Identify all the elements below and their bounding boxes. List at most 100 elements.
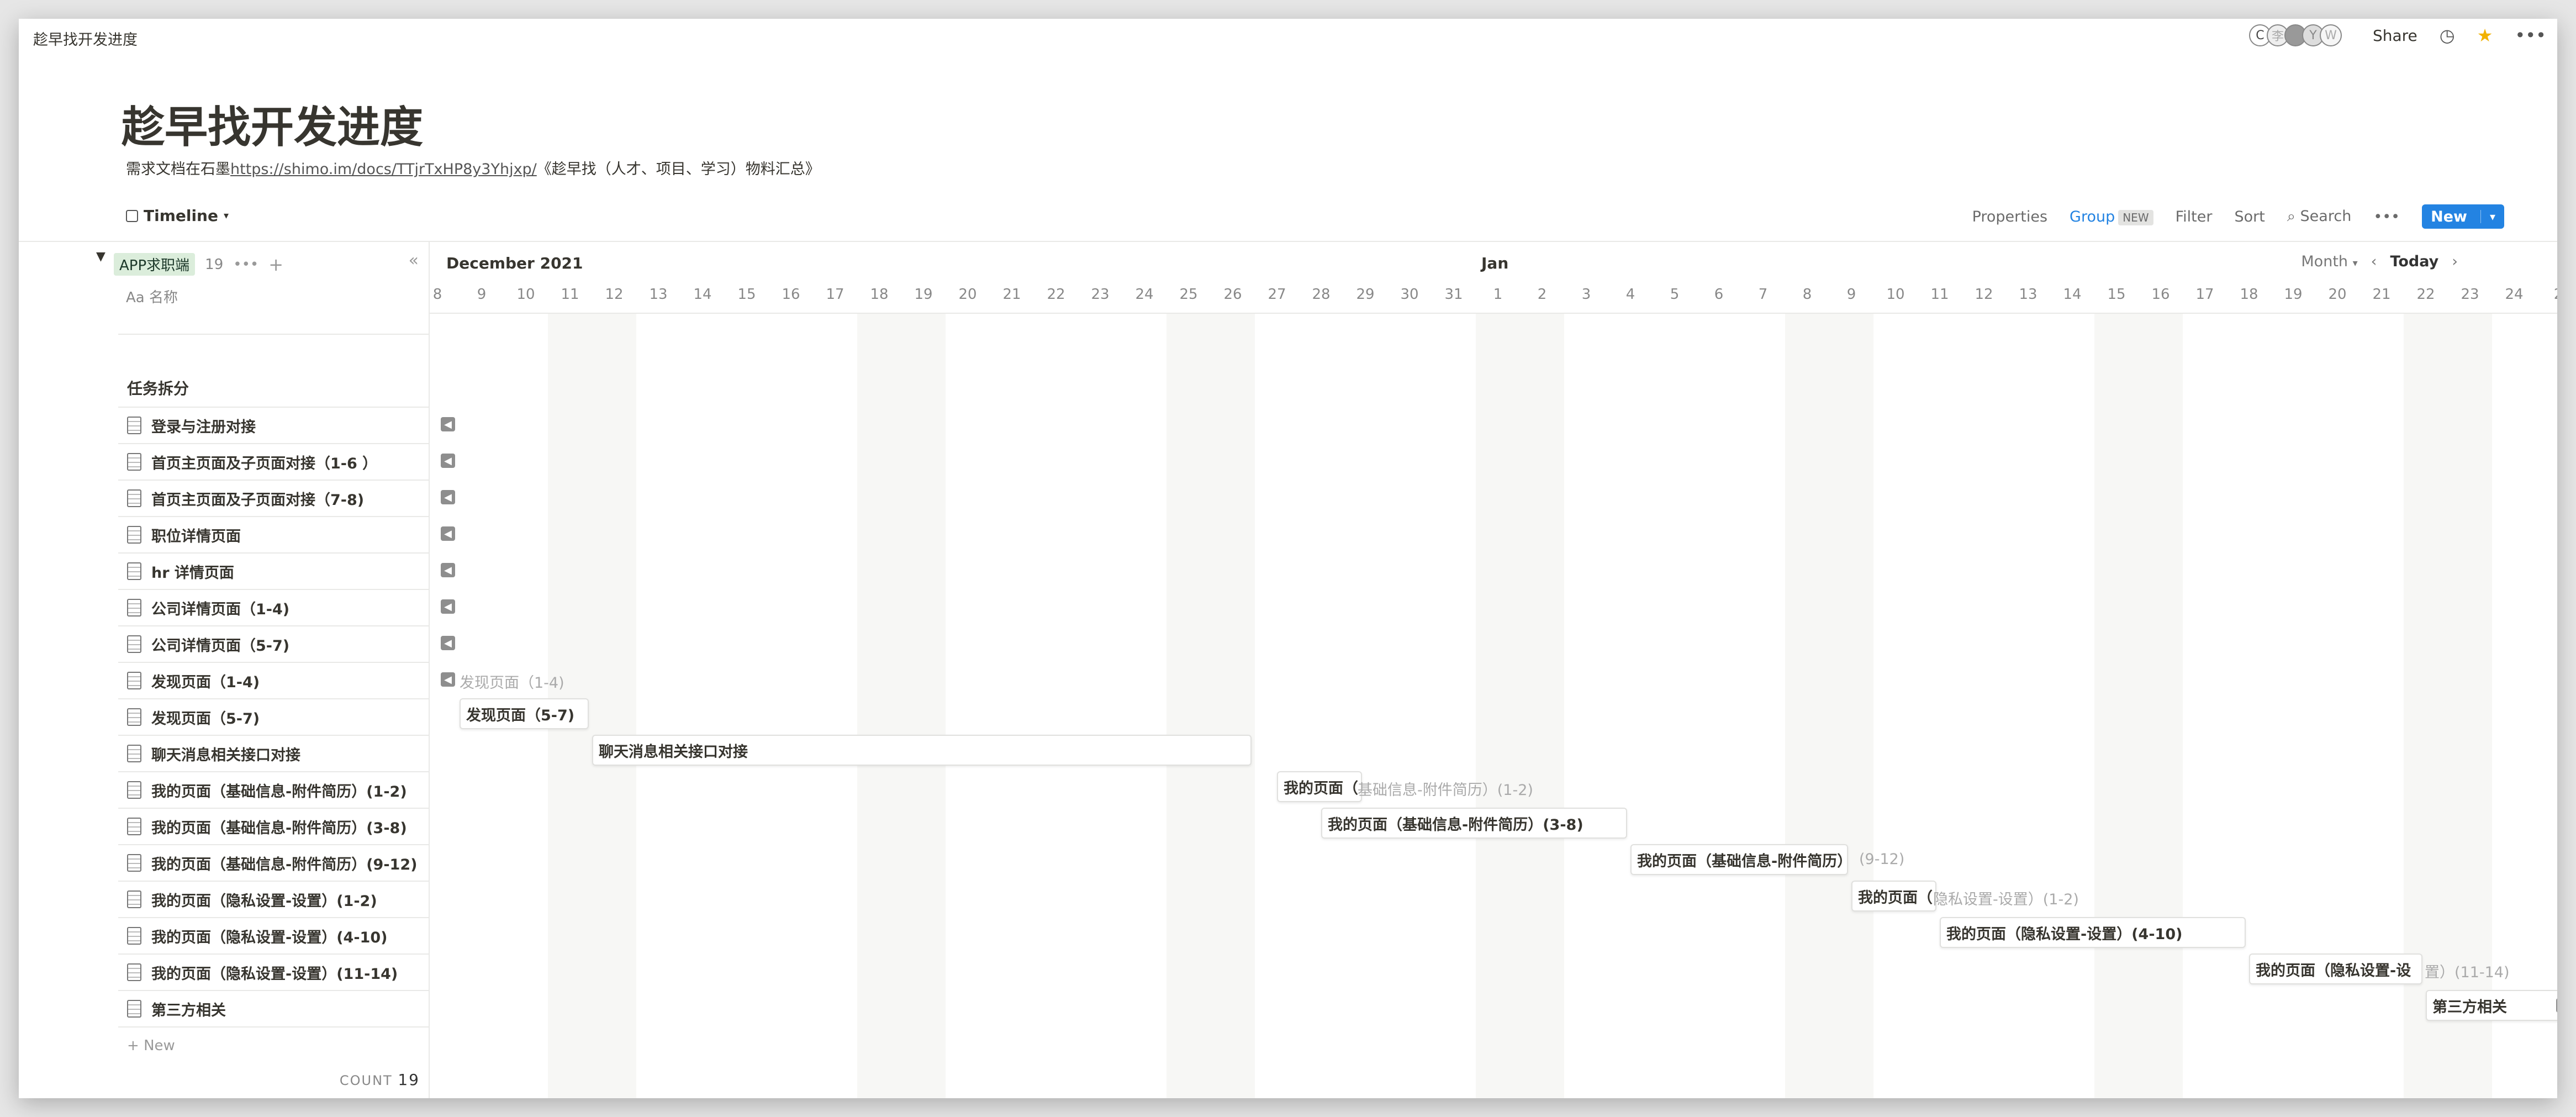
collapse-table-icon[interactable]: «: [409, 251, 419, 270]
task-row[interactable]: 我的页面（隐私设置-设置）(4-10): [118, 917, 430, 953]
day-label: 12: [605, 286, 624, 303]
task-row[interactable]: 我的页面（基础信息-附件简历）(1-2): [118, 771, 430, 808]
timeline-bar[interactable]: 我的页面（: [1277, 771, 1362, 802]
more-icon[interactable]: •••: [2515, 25, 2546, 46]
scroll-to-item-icon[interactable]: ◀: [441, 672, 455, 687]
day-label: 14: [693, 286, 712, 303]
properties-button[interactable]: Properties: [1972, 208, 2047, 225]
avatar[interactable]: W: [2319, 24, 2342, 46]
task-list: 登录与注册对接 首页主页面及子页面对接（1-6 ） 首页主页面及子页面对接（7-…: [118, 407, 430, 1064]
timeline-bar-label: 隐私设置-设置）(1-2): [1933, 891, 2079, 908]
weekend-band: [1166, 313, 1255, 1098]
filter-button[interactable]: Filter: [2176, 208, 2213, 225]
day-label: 16: [782, 286, 800, 303]
day-label: 4: [1625, 286, 1635, 303]
scroll-to-item-icon[interactable]: ◀: [441, 563, 455, 577]
task-row[interactable]: 第三方相关: [118, 990, 430, 1026]
task-row[interactable]: 首页主页面及子页面对接（1-6 ）: [118, 443, 430, 480]
view-label: Timeline: [144, 207, 218, 225]
task-row[interactable]: 发现页面（5-7): [118, 698, 430, 735]
scroll-to-item-icon[interactable]: ◀: [441, 599, 455, 614]
month-label: Jan: [1481, 254, 1509, 272]
timeline-bar[interactable]: 我的页面（基础信息-附件简历）: [1630, 844, 1852, 875]
timeline-bar[interactable]: 我的页面（: [1851, 881, 1936, 911]
column-header[interactable]: Aa 名称: [126, 286, 178, 307]
view-selector[interactable]: Timeline ▾: [126, 207, 229, 225]
task-row[interactable]: 登录与注册对接: [118, 407, 430, 443]
month-label: December 2021: [446, 254, 583, 272]
task-row[interactable]: 职位详情页面: [118, 516, 430, 552]
share-button[interactable]: Share: [2373, 27, 2417, 45]
doc-link[interactable]: https://shimo.im/docs/TTjrTxHP8y3Yhjxp/: [230, 161, 537, 178]
page-icon: [127, 489, 141, 507]
task-row[interactable]: 聊天消息相关接口对接: [118, 735, 430, 771]
task-row[interactable]: 发现页面（1-4): [118, 662, 430, 698]
timeline-bar[interactable]: 第三方相关: [2426, 990, 2557, 1021]
scroll-to-item-icon[interactable]: ▶: [2556, 998, 2557, 1013]
scroll-to-item-icon[interactable]: ◀: [441, 454, 455, 468]
scroll-to-item-icon[interactable]: ◀: [441, 417, 455, 431]
page-icon: [127, 818, 141, 835]
page-icon: [127, 453, 141, 471]
timeline-bar[interactable]: 发现页面（5-7): [460, 698, 589, 729]
task-row[interactable]: 我的页面（基础信息-附件简历）(9-12): [118, 844, 430, 881]
day-label: 23: [2461, 286, 2479, 303]
task-row[interactable]: 我的页面（隐私设置-设置）(1-2): [118, 881, 430, 917]
star-icon[interactable]: ★: [2477, 25, 2493, 46]
day-label: 12: [1975, 286, 1993, 303]
task-title: 我的页面（隐私设置-设置）(1-2): [151, 892, 377, 910]
page-icon: [127, 562, 141, 580]
chevron-down-icon[interactable]: ▾: [2480, 210, 2495, 223]
day-label: 20: [958, 286, 977, 303]
today-button[interactable]: Today: [2390, 253, 2438, 270]
day-label: 13: [2019, 286, 2037, 303]
task-row[interactable]: hr 详情页面: [118, 552, 430, 589]
chevron-right-icon[interactable]: ›: [2452, 253, 2458, 270]
day-label: 23: [1091, 286, 1110, 303]
page-icon: [127, 526, 141, 544]
scroll-to-item-icon[interactable]: ◀: [441, 526, 455, 541]
day-label: 24: [2505, 286, 2524, 303]
weekend-band: [857, 313, 946, 1098]
scale-selector[interactable]: Month ▾: [2301, 253, 2357, 270]
page-icon: [127, 854, 141, 872]
task-row[interactable]: 我的页面（基础信息-附件简历）(3-8): [118, 808, 430, 844]
day-label: 19: [914, 286, 933, 303]
day-label: 13: [649, 286, 668, 303]
day-label: 9: [477, 286, 487, 303]
day-label: 25: [1179, 286, 1198, 303]
day-label: 22: [2416, 286, 2435, 303]
timeline-bar[interactable]: 聊天消息相关接口对接: [592, 735, 1252, 766]
group-tag[interactable]: APP求职端: [114, 253, 196, 276]
scroll-to-item-icon[interactable]: ◀: [441, 636, 455, 650]
more-icon[interactable]: •••: [233, 256, 258, 273]
chevron-left-icon[interactable]: ‹: [2371, 253, 2377, 270]
top-bar-actions: C 李 Y W Share ◷ ★ •••: [2248, 23, 2546, 48]
breadcrumb[interactable]: 趁早找开发进度: [33, 28, 138, 49]
timeline-bar[interactable]: 我的页面（隐私设置-设: [2249, 953, 2422, 984]
count-footer[interactable]: COUNT 19: [340, 1071, 420, 1089]
scroll-to-item-icon[interactable]: ◀: [441, 490, 455, 504]
timeline-bar[interactable]: 我的页面（基础信息-附件简历）(3-8): [1321, 808, 1627, 839]
page-icon: [127, 745, 141, 762]
day-label: 30: [1400, 286, 1419, 303]
new-button[interactable]: New ▾: [2422, 204, 2504, 229]
search-button[interactable]: ⌕ Search: [2287, 208, 2351, 225]
add-icon[interactable]: +: [268, 254, 283, 275]
task-row[interactable]: 公司详情页面（1-4): [118, 589, 430, 625]
day-label: 16: [2151, 286, 2170, 303]
app-window: 趁早找开发进度 C 李 Y W Share ◷ ★ ••• 趁早找开发进度 需求…: [19, 19, 2557, 1098]
task-row[interactable]: 首页主页面及子页面对接（7-8): [118, 480, 430, 516]
day-label: 8: [1802, 286, 1812, 303]
task-row[interactable]: 公司详情页面（5-7): [118, 625, 430, 662]
more-options-icon[interactable]: •••: [2373, 208, 2400, 225]
clock-icon[interactable]: ◷: [2440, 25, 2455, 46]
sort-button[interactable]: Sort: [2234, 208, 2264, 225]
day-label: 29: [1356, 286, 1375, 303]
page-icon: [127, 635, 141, 653]
timeline-bar-label: 基础信息-附件简历）(1-2): [1358, 782, 1533, 799]
timeline-bar[interactable]: 我的页面（隐私设置-设置）(4-10): [1940, 917, 2246, 948]
add-row-button[interactable]: + New: [118, 1026, 430, 1064]
group-button[interactable]: Group NEW: [2070, 208, 2153, 225]
task-row[interactable]: 我的页面（隐私设置-设置）(11-14): [118, 953, 430, 990]
